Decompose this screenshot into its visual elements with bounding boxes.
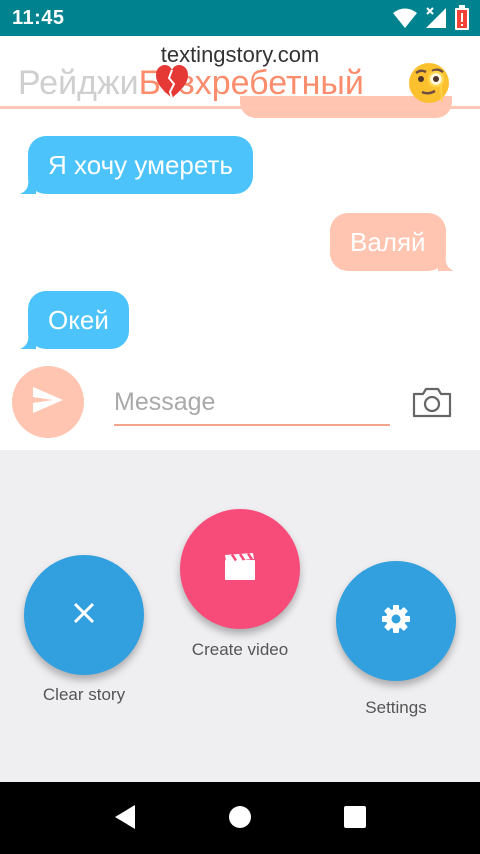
clear-story-button[interactable] — [24, 555, 144, 675]
message-input[interactable] — [114, 384, 390, 426]
home-icon — [228, 805, 252, 834]
camera-icon — [412, 387, 452, 422]
film-icon — [224, 552, 256, 586]
message-bubble-received[interactable]: Я хочу умереть — [20, 136, 253, 194]
face-with-monocle-icon — [408, 62, 450, 104]
send-button[interactable] — [12, 366, 84, 438]
message-text: Я хочу умереть — [48, 149, 233, 180]
battery-alert-icon — [454, 5, 470, 31]
broken-heart-icon — [155, 62, 189, 102]
recents-icon — [343, 805, 367, 834]
gear-icon — [380, 603, 412, 640]
message-text: Окей — [48, 304, 109, 335]
settings-button[interactable] — [336, 561, 456, 681]
bubble-tail — [20, 333, 36, 349]
message-bubble-sent[interactable]: Валяй — [330, 213, 454, 271]
close-icon — [72, 601, 96, 630]
bubble-tail — [20, 178, 36, 194]
status-time: 11:45 — [12, 7, 65, 29]
clear-story-label: Clear story — [42, 685, 126, 704]
status-icons — [392, 5, 470, 31]
message-text: Валяй — [350, 226, 426, 257]
create-video-button[interactable] — [180, 509, 300, 629]
watermark: textingstory.com — [160, 42, 320, 67]
camera-button[interactable] — [412, 386, 452, 418]
status-bar: 11:45 — [0, 0, 480, 36]
back-button[interactable] — [110, 804, 140, 834]
create-video-label: Create video — [191, 640, 289, 659]
recents-button[interactable] — [340, 804, 370, 834]
signal-icon — [424, 6, 448, 30]
chat-title-left: Рейджи — [18, 64, 139, 102]
action-panel: Clear story Create video Settings — [0, 450, 480, 782]
wifi-icon — [392, 7, 418, 29]
navigation-bar — [0, 782, 480, 854]
settings-label: Settings — [365, 698, 427, 717]
back-icon — [113, 804, 137, 835]
send-icon — [31, 385, 65, 420]
header-divider — [0, 106, 480, 109]
message-bubble-received[interactable]: Окей — [20, 291, 129, 349]
bubble-tail — [437, 255, 454, 271]
home-button[interactable] — [225, 804, 255, 834]
